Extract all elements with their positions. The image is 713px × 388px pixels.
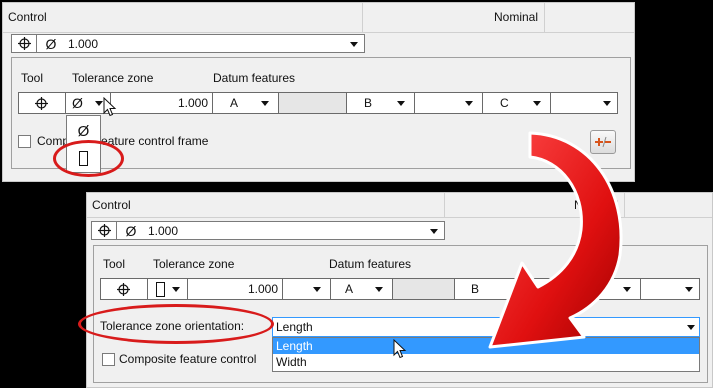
tolerance-zone-dropdown[interactable] (148, 279, 188, 299)
tool-label: Tool (103, 257, 126, 271)
orientation-option-width[interactable]: Width (273, 354, 699, 370)
datum-features-label: Datum features (213, 71, 296, 85)
tolerance-value-field[interactable]: 1.000 (111, 93, 213, 113)
highlight-ring-zone-option (53, 140, 124, 177)
datum-c-modifier-dropdown[interactable] (551, 93, 617, 113)
chevron-down-icon[interactable] (375, 287, 383, 292)
datum-a-modifier-cell[interactable] (279, 93, 347, 113)
zone-orientation-value: Length (276, 320, 313, 334)
tool-label: Tool (21, 71, 44, 85)
chevron-down-icon[interactable] (261, 101, 269, 106)
datum-c-dropdown[interactable]: C (483, 93, 551, 113)
chevron-down-icon[interactable] (430, 229, 438, 234)
position-tool-icon (12, 35, 37, 52)
transition-arrow-icon (488, 131, 623, 349)
position-tool-icon (35, 97, 48, 110)
datum-a-modifier-cell[interactable] (393, 279, 455, 299)
composite-fcf-checkbox[interactable] (102, 353, 115, 366)
diameter-symbol-icon: Ø (45, 35, 57, 52)
tool-cell[interactable] (101, 279, 148, 299)
chevron-down-icon[interactable] (687, 325, 695, 330)
datum-a-dropdown[interactable]: A (331, 279, 393, 299)
datum-a-value: A (345, 282, 354, 296)
rectangle-zone-icon (156, 282, 165, 297)
control-column-header[interactable]: Control (87, 193, 445, 217)
control-selector-combo[interactable]: Ø 1.000 (91, 221, 445, 240)
datum-b-value: B (364, 96, 373, 110)
chevron-down-icon[interactable] (350, 42, 358, 47)
control-selector-value: 1.000 (148, 223, 179, 238)
chevron-down-icon[interactable] (95, 101, 103, 106)
tolerance-zone-label: Tolerance zone (72, 71, 154, 85)
mouse-pointer-icon (393, 339, 407, 359)
position-tool-icon (92, 222, 117, 239)
datum-features-label: Datum features (329, 257, 412, 271)
composite-fcf-checkbox[interactable] (18, 135, 31, 148)
datum-b-modifier-dropdown[interactable] (415, 93, 483, 113)
tolerance-zone-label: Tolerance zone (153, 257, 235, 271)
tool-cell[interactable] (19, 93, 66, 113)
tolerance-value: 1.000 (177, 96, 208, 110)
position-tool-icon (117, 283, 130, 296)
datum-c-value: C (500, 96, 509, 110)
tolerance-modifier-dropdown[interactable] (283, 279, 331, 299)
datum-a-value: A (230, 96, 239, 110)
diameter-symbol-icon: Ø (72, 95, 83, 111)
control-selector-value: 1.000 (68, 36, 99, 51)
chevron-down-icon[interactable] (685, 287, 693, 292)
chevron-down-icon[interactable] (397, 101, 405, 106)
datum-a-dropdown[interactable]: A (213, 93, 279, 113)
tolerance-value-field[interactable]: 1.000 (188, 279, 283, 299)
chevron-down-icon[interactable] (172, 287, 180, 292)
table-header: Control Nominal (3, 3, 634, 33)
tolerance-value: 1.000 (247, 282, 278, 296)
control-column-header[interactable]: Control (3, 3, 363, 32)
diameter-symbol-icon: Ø (125, 222, 137, 239)
nominal-column-header[interactable]: Nominal (363, 3, 545, 32)
chevron-down-icon[interactable] (603, 101, 611, 106)
control-selector-combo[interactable]: Ø 1.000 (11, 34, 365, 53)
mouse-pointer-icon (103, 97, 117, 117)
chevron-down-icon[interactable] (533, 101, 541, 106)
chevron-down-icon[interactable] (465, 101, 473, 106)
composite-fcf-label: Composite feature control (119, 352, 257, 366)
datum-b-dropdown[interactable]: B (347, 93, 415, 113)
highlight-ring-orientation (78, 304, 274, 344)
chevron-down-icon[interactable] (313, 287, 321, 292)
